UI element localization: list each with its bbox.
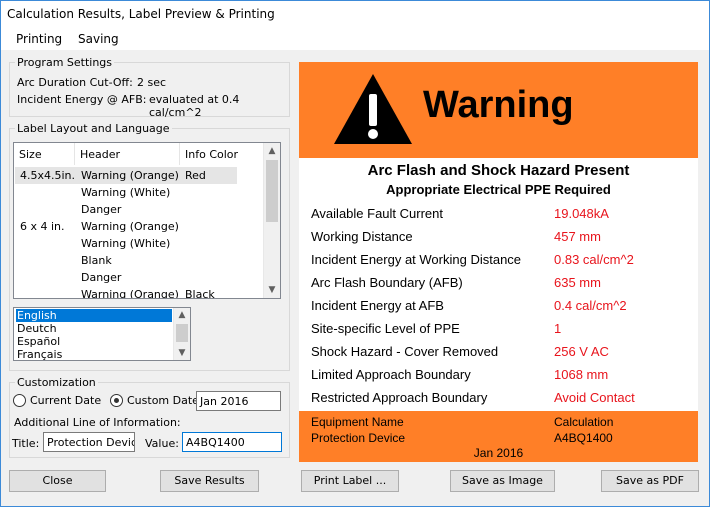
label-row-label: Available Fault Current xyxy=(311,206,443,221)
cutoff-value: 2 sec xyxy=(137,76,167,89)
label-row-label: Restricted Approach Boundary xyxy=(311,390,488,405)
column-header-size[interactable]: Size xyxy=(14,143,75,165)
label-row-value: 256 V AC xyxy=(554,344,609,359)
column-header-info-color[interactable]: Info Color xyxy=(180,143,264,165)
label-row-value: 0.83 cal/cm^2 xyxy=(554,252,634,267)
label-row-value: 1068 mm xyxy=(554,367,609,382)
current-date-label[interactable]: Current Date xyxy=(30,394,101,407)
table-row[interactable]: Danger xyxy=(14,269,264,286)
label-preview: Warning Arc Flash and Shock Hazard Prese… xyxy=(299,62,698,462)
label-row-label: Incident Energy at AFB xyxy=(311,298,444,313)
language-item-deutch[interactable]: Deutch xyxy=(16,322,172,335)
title-bar: Calculation Results, Label Preview & Pri… xyxy=(1,1,709,28)
table-row[interactable]: Warning (White) xyxy=(14,235,264,252)
custom-date-label[interactable]: Custom Date xyxy=(127,394,199,407)
listview-scrollbar[interactable]: ▲ ▼ xyxy=(263,143,280,298)
label-row-value: 1 xyxy=(554,321,562,336)
language-item-english[interactable]: English xyxy=(16,309,172,322)
label-row-value: 0.4 cal/cm^2 xyxy=(554,298,627,313)
scroll-thumb[interactable] xyxy=(266,160,278,222)
row-header: Danger xyxy=(81,271,122,284)
close-button[interactable]: Close xyxy=(9,470,106,492)
row-info-color: Black xyxy=(185,288,215,299)
label-row-label: Incident Energy at Working Distance xyxy=(311,252,522,267)
footer-date: Jan 2016 xyxy=(473,446,524,460)
title-label: Title: xyxy=(12,437,40,450)
language-scrollbar[interactable]: ▲ ▼ xyxy=(173,308,190,360)
customization-legend: Customization xyxy=(15,376,98,389)
row-header: Warning (Orange) xyxy=(81,220,179,233)
label-row-label: Working Distance xyxy=(311,229,413,244)
scroll-down-icon[interactable]: ▼ xyxy=(264,282,280,298)
scroll-thumb[interactable] xyxy=(176,324,188,342)
language-item-francais[interactable]: Français xyxy=(16,348,172,360)
table-row[interactable]: 4.5x4.5in. Warning (Orange) Red xyxy=(14,167,264,184)
label-footer-band: Equipment Name Calculation Protection De… xyxy=(299,411,698,462)
warning-triangle-icon xyxy=(334,74,412,144)
footer-equipment-label: Equipment Name xyxy=(311,415,404,429)
ie-afb-value: evaluated at 0.4 cal/cm^2 xyxy=(149,93,240,119)
row-size: 4.5x4.5in. xyxy=(20,169,76,182)
label-row-value: 19.048kA xyxy=(554,206,609,221)
column-header-header[interactable]: Header xyxy=(75,143,180,165)
save-results-button[interactable]: Save Results xyxy=(160,470,259,492)
table-row[interactable]: Danger xyxy=(14,201,264,218)
current-date-radio[interactable] xyxy=(13,394,26,407)
main-window: Calculation Results, Label Preview & Pri… xyxy=(0,0,710,507)
table-row[interactable]: Warning (Orange) Black xyxy=(14,286,264,299)
row-header: Blank xyxy=(81,254,112,267)
scroll-down-icon[interactable]: ▼ xyxy=(174,346,190,360)
menu-saving[interactable]: Saving xyxy=(78,32,119,46)
language-listbox[interactable]: English Deutch Español Français ▲ ▼ xyxy=(13,307,191,361)
label-row-label: Limited Approach Boundary xyxy=(311,367,471,382)
label-header-text: Warning xyxy=(423,84,574,126)
cutoff-label: Arc Duration Cut-Off: xyxy=(17,76,133,89)
row-header: Danger xyxy=(81,203,122,216)
footer-protection-label: Protection Device xyxy=(311,431,406,445)
menu-bar: Printing Saving xyxy=(1,28,709,50)
ie-afb-label: Incident Energy @ AFB: xyxy=(17,93,147,106)
menu-printing[interactable]: Printing xyxy=(16,32,62,46)
layout-language-legend: Label Layout and Language xyxy=(15,122,172,135)
row-header: Warning (Orange) xyxy=(81,288,179,299)
value-input[interactable]: A4BQ1400 xyxy=(182,432,282,452)
row-info-color: Red xyxy=(185,169,206,182)
label-row-label: Shock Hazard - Cover Removed xyxy=(311,344,499,359)
label-row-label: Site-specific Level of PPE xyxy=(311,321,460,336)
label-row-value: 457 mm xyxy=(554,229,601,244)
row-header: Warning (White) xyxy=(81,237,171,250)
custom-date-radio[interactable] xyxy=(110,394,123,407)
label-hazard-line: Arc Flash and Shock Hazard Present xyxy=(367,162,630,179)
print-label-button[interactable]: Print Label ... xyxy=(301,470,399,492)
value-label: Value: xyxy=(145,437,179,450)
row-header: Warning (White) xyxy=(81,186,171,199)
label-header-band: Warning xyxy=(299,62,698,158)
footer-protection-value: A4BQ1400 xyxy=(554,431,613,445)
table-row[interactable]: Blank xyxy=(14,252,264,269)
language-item-espanol[interactable]: Español xyxy=(16,335,172,348)
label-row-value: Avoid Contact xyxy=(554,390,635,405)
row-size: 6 x 4 in. xyxy=(20,220,65,233)
label-ppe-line: Appropriate Electrical PPE Required xyxy=(386,182,611,197)
program-settings-group: Program Settings Arc Duration Cut-Off: 2… xyxy=(9,56,290,119)
table-row[interactable]: Warning (White) xyxy=(14,184,264,201)
save-as-image-button[interactable]: Save as Image xyxy=(450,470,555,492)
window-title: Calculation Results, Label Preview & Pri… xyxy=(7,7,275,21)
custom-date-input[interactable]: Jan 2016 xyxy=(196,391,281,411)
scroll-up-icon[interactable]: ▲ xyxy=(174,308,190,322)
layout-listview[interactable]: Size Header Info Color 4.5x4.5in. Warnin… xyxy=(13,142,281,299)
row-header: Warning (Orange) xyxy=(81,169,179,182)
title-input[interactable]: Protection Device xyxy=(43,432,135,452)
program-settings-legend: Program Settings xyxy=(15,56,115,69)
table-row[interactable]: 6 x 4 in. Warning (Orange) xyxy=(14,218,264,235)
scroll-up-icon[interactable]: ▲ xyxy=(264,143,280,159)
label-row-value: 635 mm xyxy=(554,275,601,290)
footer-equipment-value: Calculation xyxy=(554,415,614,429)
save-as-pdf-button[interactable]: Save as PDF xyxy=(601,470,699,492)
label-row-label: Arc Flash Boundary (AFB) xyxy=(311,275,463,290)
additional-line-label: Additional Line of Information: xyxy=(14,416,181,429)
